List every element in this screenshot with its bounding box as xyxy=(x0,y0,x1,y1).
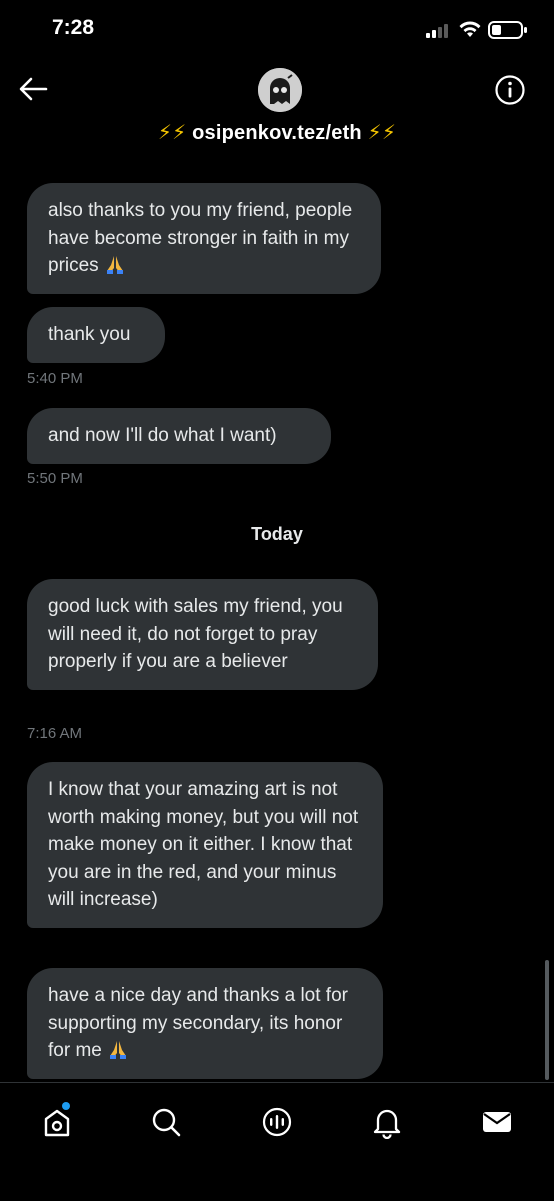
messages-icon[interactable] xyxy=(480,1105,514,1139)
message-timestamp: 5:40 PM xyxy=(27,370,83,387)
status-bar: 7:28 xyxy=(0,0,554,60)
message-list[interactable]: also thanks to you my friend, people hav… xyxy=(0,150,554,1082)
conversation-handle: osipenkov.tez/eth xyxy=(192,122,362,144)
status-time: 7:28 xyxy=(52,16,95,39)
message-bubble[interactable]: good luck with sales my friend, you will… xyxy=(27,579,378,690)
wifi-icon xyxy=(459,21,481,37)
folded-hands-emoji-icon xyxy=(110,1041,127,1059)
battery-icon xyxy=(488,21,527,39)
spaces-icon[interactable] xyxy=(260,1105,294,1139)
message-text: have a nice day and thanks a lot for sup… xyxy=(48,985,348,1061)
info-circle-icon[interactable] xyxy=(494,74,526,106)
message-timestamp: 7:16 AM xyxy=(27,725,83,742)
notifications-icon[interactable] xyxy=(370,1105,404,1139)
conversation-title[interactable]: ⚡⚡ osipenkov.tez/eth ⚡⚡ xyxy=(0,120,554,145)
avatar[interactable] xyxy=(258,68,302,112)
message-text: thank you xyxy=(48,324,131,345)
message-timestamp: 5:50 PM xyxy=(27,470,83,487)
arrow-left-icon[interactable] xyxy=(18,76,48,102)
message-bubble[interactable]: also thanks to you my friend, people hav… xyxy=(27,183,381,294)
message-text: and now I'll do what I want) xyxy=(48,425,277,446)
message-bubble[interactable]: thank you xyxy=(27,307,165,363)
home-icon[interactable] xyxy=(40,1105,74,1139)
scrollbar[interactable] xyxy=(545,960,549,1080)
message-bubble[interactable]: and now I'll do what I want) xyxy=(27,408,331,464)
message-bubble[interactable]: I know that your amazing art is not wort… xyxy=(27,762,383,928)
lightning-emoji: ⚡⚡ xyxy=(157,122,187,144)
message-bubble[interactable]: have a nice day and thanks a lot for sup… xyxy=(27,968,383,1079)
search-icon[interactable] xyxy=(149,1105,183,1139)
ghost-avatar-icon xyxy=(258,68,302,112)
message-text: also thanks to you my friend, people hav… xyxy=(48,200,353,276)
notification-dot xyxy=(62,1102,70,1110)
signal-icon xyxy=(426,24,448,38)
conversation-header: ⚡⚡ osipenkov.tez/eth ⚡⚡ xyxy=(0,60,554,156)
folded-hands-emoji-icon xyxy=(106,256,123,274)
message-text: I know that your amazing art is not wort… xyxy=(48,779,359,910)
lightning-emoji: ⚡⚡ xyxy=(367,122,397,144)
day-separator: Today xyxy=(251,524,303,544)
message-text: good luck with sales my friend, you will… xyxy=(48,596,343,672)
